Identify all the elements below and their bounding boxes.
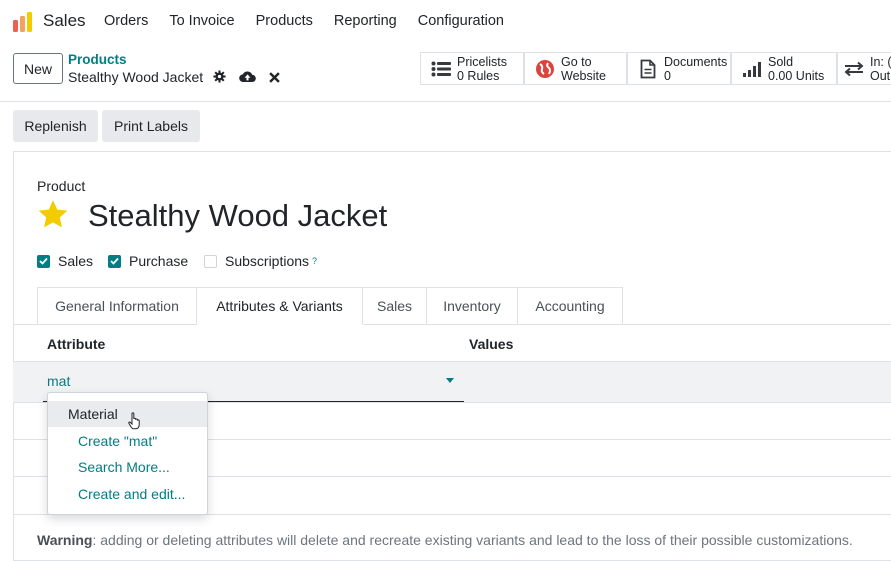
transfer-icon [844,59,864,79]
menu-reporting[interactable]: Reporting [334,13,397,29]
smart-button-pricelists[interactable]: Pricelists 0 Rules [420,52,524,85]
dropdown-create-and-edit[interactable]: Create and edit... [48,481,207,507]
product-field-label: Product [37,178,86,194]
warning-label: Warning [37,532,93,548]
smart-button-title: Pricelists [457,54,508,69]
tab-general-information[interactable]: General Information [37,287,197,325]
smart-button-title: Sold [768,54,794,69]
smart-button-title: Documents [664,54,728,69]
help-tooltip-icon[interactable]: ? [312,256,317,266]
notebook-tabs: General Information Attributes & Variant… [37,287,623,325]
menu-to-invoice[interactable]: To Invoice [169,13,234,29]
dropdown-search-more[interactable]: Search More... [48,454,207,480]
sales-checkbox-label: Sales [58,253,94,269]
tab-accounting[interactable]: Accounting [518,287,623,325]
chevron-down-icon[interactable] [446,378,454,383]
app-name[interactable]: Sales [43,11,86,31]
subscriptions-checkbox[interactable]: Subscriptions ? [204,253,317,269]
main-menu: Orders To Invoice Products Reporting Con… [104,13,525,29]
bar-chart-icon [742,59,762,79]
smart-button-value: 0 [664,68,671,83]
smart-button-title: Go to [561,54,592,69]
attribute-input[interactable]: mat [47,373,70,389]
subscriptions-checkbox-label: Subscriptions [225,253,310,269]
replenish-button[interactable]: Replenish [13,110,98,142]
sales-checkbox[interactable]: Sales [37,253,93,269]
smart-button-documents[interactable]: Documents 0 [627,52,731,85]
autocomplete-dropdown: Material Create "mat" Search More... Cre… [47,392,208,515]
print-labels-button[interactable]: Print Labels [102,110,200,142]
record-actions [213,70,280,88]
smart-button-in-out[interactable]: In: (Out: [837,52,891,85]
breadcrumb-current: Stealthy Wood Jacket [68,69,204,85]
smart-button-value: 0.00 Units [768,68,825,83]
control-panel: New Products Stealthy Wood Jacket Pricel… [0,44,891,102]
top-navbar: Sales Orders To Invoice Products Reporti… [0,0,891,44]
menu-orders[interactable]: Orders [104,13,148,29]
purchase-checkbox-label: Purchase [129,253,189,269]
checkbox-checked-icon[interactable] [37,254,50,268]
new-button[interactable]: New [13,53,63,84]
discard-close-icon[interactable] [269,70,280,88]
checkbox-checked-icon[interactable] [108,254,121,268]
list-icon [431,59,451,79]
hand-pointer-icon [128,412,140,430]
tab-attributes-variants[interactable]: Attributes & Variants [197,287,363,325]
checkbox-unchecked-icon[interactable] [204,254,217,268]
dropdown-create-option[interactable]: Create "mat" [48,428,207,454]
smart-button-value: Website [561,68,606,83]
sales-app-logo-icon[interactable] [12,11,34,33]
smart-button-sold[interactable]: Sold 0.00 Units [731,52,837,85]
column-header-values[interactable]: Values [469,336,513,352]
smart-button-value: Out: [870,68,891,83]
menu-configuration[interactable]: Configuration [418,13,504,29]
column-header-attribute[interactable]: Attribute [47,336,105,352]
warning-message: Warning: adding or deleting attributes w… [37,532,853,548]
gear-icon[interactable] [213,70,226,88]
warning-text: : adding or deleting attributes will del… [92,532,853,548]
purchase-checkbox[interactable]: Purchase [108,253,188,269]
breadcrumb-parent[interactable]: Products [68,52,127,67]
smart-button-value: 0 Rules [457,68,500,83]
document-icon [638,59,658,79]
favorite-star-icon[interactable] [37,199,69,230]
cloud-upload-icon[interactable] [239,70,256,88]
menu-products[interactable]: Products [256,13,313,29]
smart-button-website[interactable]: Go to Website [524,52,627,85]
tab-sales[interactable]: Sales [363,287,427,325]
product-name-field[interactable]: Stealthy Wood Jacket [88,198,387,234]
globe-icon [535,59,555,79]
tab-inventory[interactable]: Inventory [427,287,518,325]
smart-button-title: In: ( [870,54,891,69]
